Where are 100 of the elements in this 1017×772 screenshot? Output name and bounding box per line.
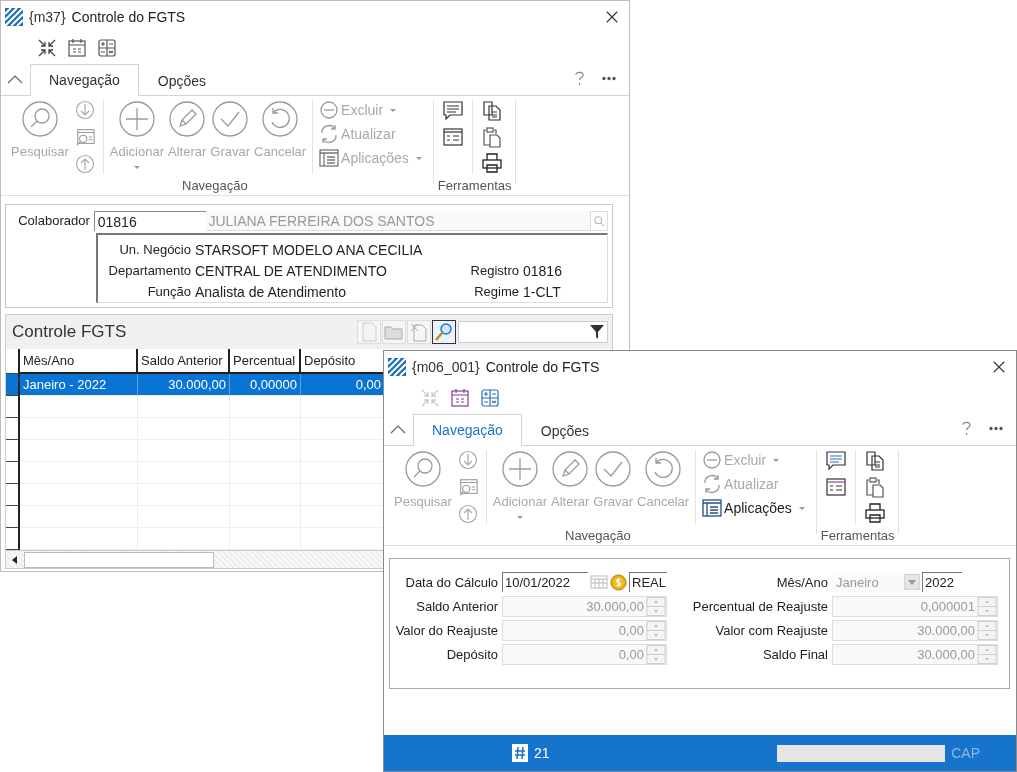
- field-label: Mês/Ano: [775, 574, 828, 590]
- help-icon[interactable]: [961, 420, 972, 437]
- ribbon-group-label: Navegação: [181, 178, 249, 193]
- calendar-icon[interactable]: [450, 388, 470, 408]
- copy-icon[interactable]: [480, 100, 503, 122]
- plus-icon: [117, 100, 156, 138]
- field-label: Valor do Reajuste: [394, 623, 498, 638]
- search-window-icon[interactable]: [74, 127, 95, 147]
- more-icon[interactable]: [601, 76, 617, 81]
- grid-title: Controle FGTS: [12, 322, 127, 342]
- copy-icon[interactable]: [863, 450, 886, 472]
- caret-icon: [389, 107, 398, 113]
- check-icon: [594, 450, 633, 488]
- year-field[interactable]: 2022: [922, 572, 962, 592]
- refresh-icon: [702, 474, 723, 494]
- search-icon[interactable]: [432, 320, 456, 344]
- row-indicator: [6, 418, 20, 440]
- collapse-arrows-icon[interactable]: [37, 38, 57, 58]
- list-window-icon: [319, 148, 340, 168]
- caret-icon: [515, 515, 524, 520]
- info-label: Regime: [473, 284, 519, 299]
- row-indicator: [6, 396, 20, 418]
- filter-field[interactable]: [458, 321, 608, 343]
- ribbon-tab[interactable]: Opções: [521, 415, 609, 446]
- row-indicator: [6, 462, 20, 484]
- field-label: Saldo Final: [761, 647, 828, 662]
- collapse-ribbon-icon[interactable]: [7, 74, 23, 84]
- caret-icon: [132, 165, 141, 170]
- info-label: Un. Negócio: [118, 242, 191, 257]
- app-logo-icon: [5, 8, 23, 26]
- ribbon-tab[interactable]: Opções: [138, 65, 226, 96]
- form-list-icon[interactable]: [441, 126, 464, 148]
- ribbon-tab[interactable]: Navegação: [30, 64, 139, 96]
- filter-icon[interactable]: [589, 324, 605, 340]
- refresh-icon: [319, 124, 340, 144]
- minus-circle-icon: [319, 100, 340, 120]
- pencil-icon: [168, 100, 207, 138]
- calculator-icon[interactable]: [97, 38, 117, 58]
- minus-circle-icon: [702, 450, 723, 470]
- search-window-icon[interactable]: [457, 477, 478, 497]
- window-title: Controle do FGTS: [71, 9, 186, 25]
- field-label: Percentual de Reajuste: [691, 599, 828, 614]
- date-field[interactable]: 10/01/2022: [502, 572, 588, 592]
- close-icon[interactable]: [605, 10, 619, 24]
- caret-icon: [797, 505, 806, 511]
- form-list-icon[interactable]: [824, 476, 847, 498]
- field-label: Saldo Anterior: [415, 599, 498, 614]
- more-icon[interactable]: [988, 426, 1004, 431]
- horizontal-scrollbar[interactable]: [6, 550, 383, 568]
- field-label: Valor com Reajuste: [714, 623, 828, 638]
- info-value: CENTRAL DE ATENDIMENTO: [195, 262, 388, 279]
- applications-button[interactable]: Aplicações: [702, 498, 806, 518]
- close-icon[interactable]: [992, 360, 1006, 374]
- comment-icon[interactable]: [824, 450, 847, 472]
- ribbon-tab[interactable]: Navegação: [413, 414, 522, 446]
- row-indicator: [6, 506, 20, 528]
- table-cell: 30.000,00: [138, 374, 230, 396]
- list-window-icon: [702, 498, 723, 518]
- check-icon: [211, 100, 250, 138]
- field-label: Colaborador: [17, 212, 91, 228]
- row-indicator: [6, 440, 20, 462]
- caps-lock-indicator: CAP: [951, 745, 980, 761]
- pencil-icon: [551, 450, 590, 488]
- calculator-icon[interactable]: [480, 388, 500, 408]
- record-number-icon: [512, 744, 528, 762]
- name-field[interactable]: JULIANA FERREIRA DOS SANTOS: [206, 211, 591, 231]
- info-label: Função: [146, 284, 191, 299]
- table-cell: 0,00000: [230, 374, 301, 396]
- row-indicator: [6, 484, 20, 506]
- ribbon-group-label: Ferramentas: [820, 528, 895, 543]
- left-arrow-icon[interactable]: [12, 555, 18, 564]
- field-label: Depósito: [445, 647, 498, 662]
- undo-icon: [644, 450, 683, 488]
- info-value: 1-CLT: [523, 283, 562, 300]
- ribbon-group-label: Navegação: [564, 528, 632, 543]
- table-cell: Janeiro - 2022: [20, 374, 138, 396]
- paste-icon[interactable]: [863, 476, 886, 498]
- info-value: STARSOFT MODELO ANA CECILIA: [195, 241, 424, 258]
- empty-cell: [230, 396, 301, 418]
- calendar-icon[interactable]: [67, 38, 87, 58]
- info-value: 01816: [523, 262, 563, 279]
- caret-icon: [414, 155, 423, 161]
- table-row[interactable]: Janeiro - 2022 30.000,00 0,00000 0,00: [6, 374, 383, 396]
- currency-field[interactable]: REAL: [629, 572, 667, 592]
- printer-icon[interactable]: [863, 502, 886, 524]
- search-icon: [593, 215, 606, 227]
- coin-icon[interactable]: [610, 573, 627, 591]
- undo-icon: [261, 100, 300, 138]
- caret-icon: [904, 574, 920, 590]
- caret-icon: [772, 457, 781, 463]
- record-count: 21: [534, 745, 550, 761]
- help-icon[interactable]: [574, 70, 585, 87]
- printer-icon[interactable]: [480, 152, 503, 174]
- info-label: Departamento: [107, 263, 191, 278]
- info-value: Analista de Atendimento: [195, 283, 347, 300]
- collapse-ribbon-icon[interactable]: [390, 424, 406, 434]
- comment-icon[interactable]: [441, 100, 464, 122]
- paste-icon[interactable]: [480, 126, 503, 148]
- row-indicator: [6, 374, 20, 396]
- ribbon-group-label: Ferramentas: [437, 178, 512, 193]
